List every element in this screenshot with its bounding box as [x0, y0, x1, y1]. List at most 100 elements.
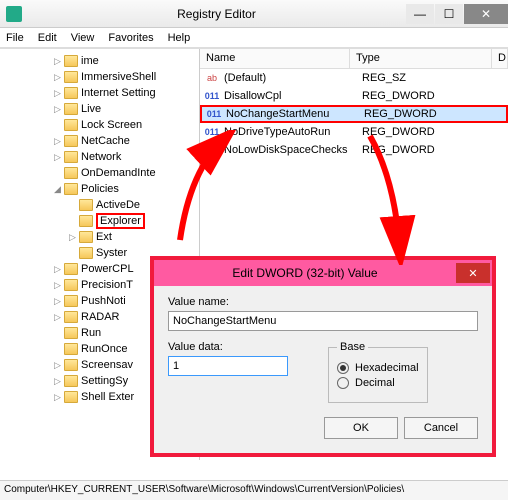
- dialog-title: Edit DWORD (32-bit) Value: [154, 266, 456, 280]
- status-bar: Computer\HKEY_CURRENT_USER\Software\Micr…: [0, 480, 508, 500]
- tree-item[interactable]: OnDemandInte: [2, 165, 199, 181]
- menu-view[interactable]: View: [71, 32, 95, 44]
- radio-dec-label: Decimal: [355, 377, 395, 389]
- tree-item-label: Explorer: [96, 213, 145, 229]
- value-type: REG_DWORD: [358, 126, 508, 138]
- value-type-icon: 011: [204, 125, 220, 139]
- list-row[interactable]: ab(Default)REG_SZ: [200, 69, 508, 87]
- tree-item[interactable]: ActiveDe: [2, 197, 199, 213]
- tree-item[interactable]: ▷ Ext: [2, 229, 199, 245]
- tree-item[interactable]: ▷ ImmersiveShell: [2, 69, 199, 85]
- folder-icon: [64, 311, 78, 323]
- tree-item[interactable]: ▷ NetCache: [2, 133, 199, 149]
- value-type: REG_SZ: [358, 72, 508, 84]
- tree-item-label: PushNoti: [81, 295, 126, 307]
- value-type-icon: 011: [206, 107, 222, 121]
- tree-item[interactable]: ▷Live: [2, 101, 199, 117]
- folder-icon: [64, 263, 78, 275]
- tree-twisty-icon[interactable]: [52, 168, 63, 179]
- tree-twisty-icon[interactable]: [67, 200, 78, 211]
- list-row[interactable]: 011NoLowDiskSpaceChecksREG_DWORD: [200, 141, 508, 159]
- minimize-button[interactable]: —: [406, 4, 434, 24]
- tree-item-label: PrecisionT: [81, 279, 133, 291]
- dialog-close-button[interactable]: ✕: [456, 263, 490, 283]
- col-data[interactable]: D: [492, 49, 508, 68]
- value-name: DisallowCpl: [220, 90, 358, 102]
- tree-twisty-icon[interactable]: ▷: [52, 296, 63, 307]
- edit-dword-dialog: Edit DWORD (32-bit) Value ✕ Value name: …: [150, 256, 496, 457]
- radio-hex-label: Hexadecimal: [355, 362, 419, 374]
- value-type-icon: 011: [204, 89, 220, 103]
- value-name: NoDriveTypeAutoRun: [220, 126, 358, 138]
- tree-item[interactable]: ▷ Network: [2, 149, 199, 165]
- tree-item[interactable]: ◢Policies: [2, 181, 199, 197]
- value-type: REG_DWORD: [360, 108, 506, 120]
- tree-item[interactable]: Explorer: [2, 213, 199, 229]
- folder-icon: [64, 135, 78, 147]
- list-header: Name Type D: [200, 49, 508, 69]
- tree-twisty-icon[interactable]: ▷: [52, 280, 63, 291]
- tree-item-label: Ext: [96, 231, 112, 243]
- tree-twisty-icon[interactable]: [67, 248, 78, 259]
- tree-item-label: ime: [81, 55, 99, 67]
- folder-icon: [64, 103, 78, 115]
- menu-favorites[interactable]: Favorites: [108, 32, 153, 44]
- tree-twisty-icon[interactable]: ▷: [52, 360, 63, 371]
- radio-dot-icon: [337, 362, 349, 374]
- tree-twisty-icon[interactable]: [67, 216, 78, 227]
- tree-item-label: Network: [81, 151, 121, 163]
- folder-icon: [64, 87, 78, 99]
- tree-item-label: NetCache: [81, 135, 130, 147]
- tree-twisty-icon[interactable]: ▷: [52, 312, 63, 323]
- tree-twisty-icon[interactable]: ▷: [52, 72, 63, 83]
- folder-icon: [64, 279, 78, 291]
- tree-twisty-icon[interactable]: ▷: [52, 152, 63, 163]
- tree-twisty-icon[interactable]: ▷: [52, 376, 63, 387]
- tree-twisty-icon[interactable]: ▷: [52, 264, 63, 275]
- radio-decimal[interactable]: Decimal: [337, 377, 419, 389]
- title-bar: Registry Editor — ☐ ✕: [0, 0, 508, 28]
- base-group: Base Hexadecimal Decimal: [328, 341, 428, 403]
- menu-edit[interactable]: Edit: [38, 32, 57, 44]
- value-name-label: Value name:: [168, 296, 478, 308]
- tree-item[interactable]: ▷Internet Setting: [2, 85, 199, 101]
- tree-twisty-icon[interactable]: [52, 120, 63, 131]
- radio-hexadecimal[interactable]: Hexadecimal: [337, 362, 419, 374]
- ok-button[interactable]: OK: [324, 417, 398, 439]
- tree-twisty-icon[interactable]: ▷: [52, 56, 63, 67]
- tree-twisty-icon[interactable]: ◢: [52, 184, 63, 195]
- close-button[interactable]: ✕: [464, 4, 508, 24]
- value-type: REG_DWORD: [358, 144, 508, 156]
- tree-twisty-icon[interactable]: [52, 328, 63, 339]
- folder-icon: [79, 231, 93, 243]
- tree-item[interactable]: ▷ ime: [2, 53, 199, 69]
- col-type[interactable]: Type: [350, 49, 492, 68]
- tree-item-label: ImmersiveShell: [81, 71, 156, 83]
- value-name: NoLowDiskSpaceChecks: [220, 144, 358, 156]
- value-data-input[interactable]: [168, 356, 288, 376]
- cancel-button[interactable]: Cancel: [404, 417, 478, 439]
- menu-help[interactable]: Help: [168, 32, 191, 44]
- tree-item-label: Syster: [96, 247, 127, 259]
- tree-twisty-icon[interactable]: ▷: [52, 104, 63, 115]
- tree-item[interactable]: Lock Screen: [2, 117, 199, 133]
- col-name[interactable]: Name: [200, 49, 350, 68]
- folder-icon: [64, 55, 78, 67]
- tree-twisty-icon[interactable]: ▷: [52, 136, 63, 147]
- folder-icon: [79, 247, 93, 259]
- app-icon: [6, 6, 22, 22]
- tree-twisty-icon[interactable]: [52, 344, 63, 355]
- tree-item-label: Run: [81, 327, 101, 339]
- tree-twisty-icon[interactable]: ▷: [52, 88, 63, 99]
- value-name-input[interactable]: [168, 311, 478, 331]
- tree-twisty-icon[interactable]: ▷: [52, 392, 63, 403]
- list-row[interactable]: 011NoChangeStartMenuREG_DWORD: [200, 105, 508, 123]
- folder-icon: [64, 119, 78, 131]
- menu-file[interactable]: File: [6, 32, 24, 44]
- list-row[interactable]: 011NoDriveTypeAutoRunREG_DWORD: [200, 123, 508, 141]
- tree-item-label: OnDemandInte: [81, 167, 156, 179]
- tree-twisty-icon[interactable]: ▷: [67, 232, 78, 243]
- maximize-button[interactable]: ☐: [435, 4, 463, 24]
- list-row[interactable]: 011DisallowCplREG_DWORD: [200, 87, 508, 105]
- value-type-icon: ab: [204, 71, 220, 85]
